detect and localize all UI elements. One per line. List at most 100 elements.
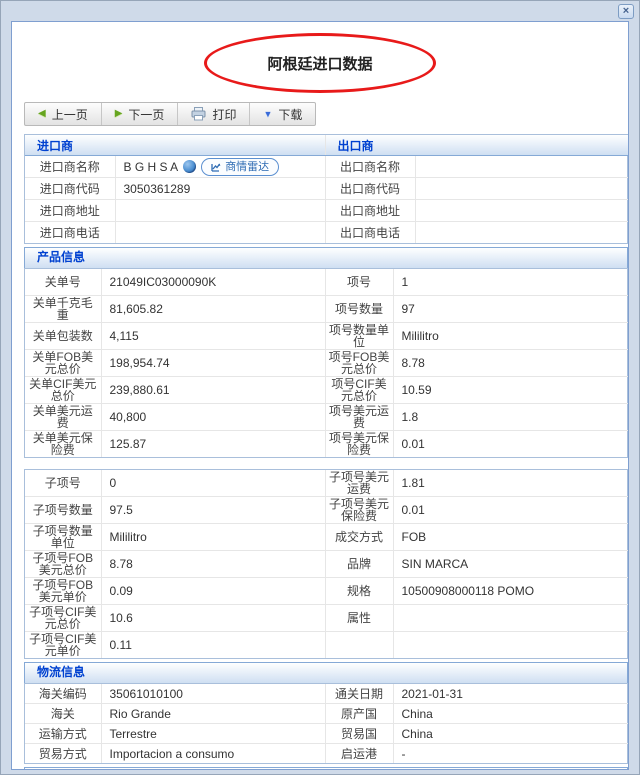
table-row: 子项号数量单位 Mililitro 成交方式 FOB [25, 523, 628, 551]
field-label: 出口商电话 [324, 221, 416, 243]
table-row: 子项号 0 子项号美元运费 1.81 [25, 470, 628, 497]
table-header-row: 进口商 出口商 [25, 135, 628, 156]
field-value [414, 199, 628, 222]
field-value: Mililitro [392, 322, 628, 350]
field-label: 属性 [324, 604, 394, 632]
field-label: 项号 [324, 269, 394, 296]
table-row: 关单CIF美元总价 239,880.61 项号CIF美元总价 10.59 [25, 376, 628, 404]
field-label: 子项号美元保险费 [324, 496, 394, 524]
table-row: 子项号FOB美元总价 8.78 品牌 SIN MARCA [25, 550, 628, 578]
red-ellipse-annotation [204, 33, 436, 93]
exporter-header: 出口商 [324, 135, 628, 156]
globe-icon[interactable] [183, 160, 197, 173]
field-value: Mililitro [100, 523, 326, 551]
field-value: 10500908000118 POMO [392, 577, 628, 605]
field-label: 进口商代码 [25, 177, 116, 200]
importer-name-cell: B G H S A 商情雷达 [114, 155, 326, 178]
field-value [414, 221, 628, 243]
field-value: China [392, 703, 628, 724]
field-value: 0.11 [100, 631, 326, 658]
dialog-content: 阿根廷进口数据 ◀ 上一页 ▶ 下一页 打印 ▼ 下载 进口商 出口商 进口商名… [11, 21, 629, 770]
field-value: 3050361289 [114, 177, 326, 200]
field-label: 出口商名称 [324, 155, 416, 178]
close-button[interactable]: × [618, 4, 634, 19]
field-label: 子项号FOB美元单价 [25, 577, 102, 605]
table-row: 海关 Rio Grande 原产国 China [25, 703, 628, 724]
field-label: 关单千克毛重 [25, 295, 102, 323]
field-label: 关单包装数 [25, 322, 102, 350]
table-row: 子项号FOB美元单价 0.09 规格 10500908000118 POMO [25, 577, 628, 605]
field-label: 子项号CIF美元单价 [25, 631, 102, 658]
field-value: China [392, 723, 628, 744]
table-row: 关单美元运费 40,800 项号美元运费 1.8 [25, 403, 628, 431]
field-value: 97.5 [100, 496, 326, 524]
field-label: 贸易国 [324, 723, 394, 744]
next-page-button[interactable]: ▶ 下一页 [102, 103, 179, 125]
window-titlebar[interactable]: × [1, 1, 639, 21]
product-table-block2: 子项号 0 子项号美元运费 1.81 子项号数量 97.5 子项号美元保险费 0… [24, 469, 628, 659]
field-value: 1 [392, 269, 628, 296]
print-button[interactable]: 打印 [178, 103, 251, 125]
field-value [392, 631, 628, 658]
table-row: 进口商电话 出口商电话 [25, 221, 628, 243]
prev-page-button[interactable]: ◀ 上一页 [25, 103, 102, 125]
field-value: 0.09 [100, 577, 326, 605]
field-label: 贸易方式 [25, 743, 102, 763]
importer-exporter-table: 进口商 出口商 进口商名称 B G H S A 商情雷达 出口商名称 进口商代码… [24, 134, 628, 244]
field-value: 198,954.74 [100, 349, 326, 377]
field-value: 0 [100, 470, 326, 497]
table-row: 进口商地址 出口商地址 [25, 199, 628, 222]
table-row: 进口商名称 B G H S A 商情雷达 出口商名称 [25, 155, 628, 178]
field-label: 进口商地址 [25, 199, 116, 222]
field-label: 海关 [25, 703, 102, 724]
arrow-down-icon: ▼ [263, 109, 273, 119]
field-label: 项号FOB美元总价 [324, 349, 394, 377]
table-row: 海关编码 35061010100 通关日期 2021-01-31 [25, 684, 628, 704]
table-row: 运输方式 Terrestre 贸易国 China [25, 723, 628, 744]
field-label: 项号数量 [324, 295, 394, 323]
field-value: 0.01 [392, 430, 628, 457]
toolbar: ◀ 上一页 ▶ 下一页 打印 ▼ 下载 [24, 102, 317, 126]
field-label: 进口商电话 [25, 221, 116, 243]
dialog-window: × 阿根廷进口数据 ◀ 上一页 ▶ 下一页 打印 ▼ 下载 进口商 出口商 进口… [0, 0, 640, 775]
field-label: 品牌 [324, 550, 394, 578]
field-value: Rio Grande [100, 703, 326, 724]
table-row: 贸易方式 Importacion a consumo 启运港 - [25, 743, 628, 763]
field-value: - [392, 743, 628, 763]
importer-name: B G H S A [123, 159, 179, 174]
field-value: 21049IC03000090K [100, 269, 326, 296]
field-value: 10.59 [392, 376, 628, 404]
field-label: 子项号美元运费 [324, 470, 394, 497]
section-header-description: 描述 [24, 767, 628, 769]
field-label: 项号CIF美元总价 [324, 376, 394, 404]
download-button[interactable]: ▼ 下载 [250, 103, 315, 125]
field-value: Terrestre [100, 723, 326, 744]
field-value: 0.01 [392, 496, 628, 524]
table-row: 关单美元保险费 125.87 项号美元保险费 0.01 [25, 430, 628, 457]
arrow-left-icon: ◀ [38, 108, 46, 119]
printer-icon [191, 107, 206, 121]
field-label: 启运港 [324, 743, 394, 763]
field-value: FOB [392, 523, 628, 551]
close-icon: × [622, 5, 630, 17]
business-radar-label: 商情雷达 [225, 160, 270, 173]
field-value: 239,880.61 [100, 376, 326, 404]
field-value: 1.8 [392, 403, 628, 431]
table-row: 关单FOB美元总价 198,954.74 项号FOB美元总价 8.78 [25, 349, 628, 377]
field-value [414, 155, 628, 178]
field-label: 子项号 [25, 470, 102, 497]
field-label: 子项号数量单位 [25, 523, 102, 551]
field-label: 进口商名称 [25, 155, 116, 178]
download-label: 下载 [278, 107, 303, 122]
table-row: 子项号CIF美元总价 10.6 属性 [25, 604, 628, 632]
table-row: 子项号CIF美元单价 0.11 [25, 631, 628, 658]
table-row: 子项号数量 97.5 子项号美元保险费 0.01 [25, 496, 628, 524]
arrow-right-icon: ▶ [114, 108, 123, 119]
business-radar-button[interactable]: 商情雷达 [201, 157, 280, 176]
field-value: 8.78 [100, 550, 326, 578]
print-label: 打印 [212, 107, 237, 122]
section-header-product: 产品信息 [24, 247, 628, 268]
field-label: 关单FOB美元总价 [25, 349, 102, 377]
field-label: 原产国 [324, 703, 394, 724]
prev-page-label: 上一页 [51, 107, 88, 122]
